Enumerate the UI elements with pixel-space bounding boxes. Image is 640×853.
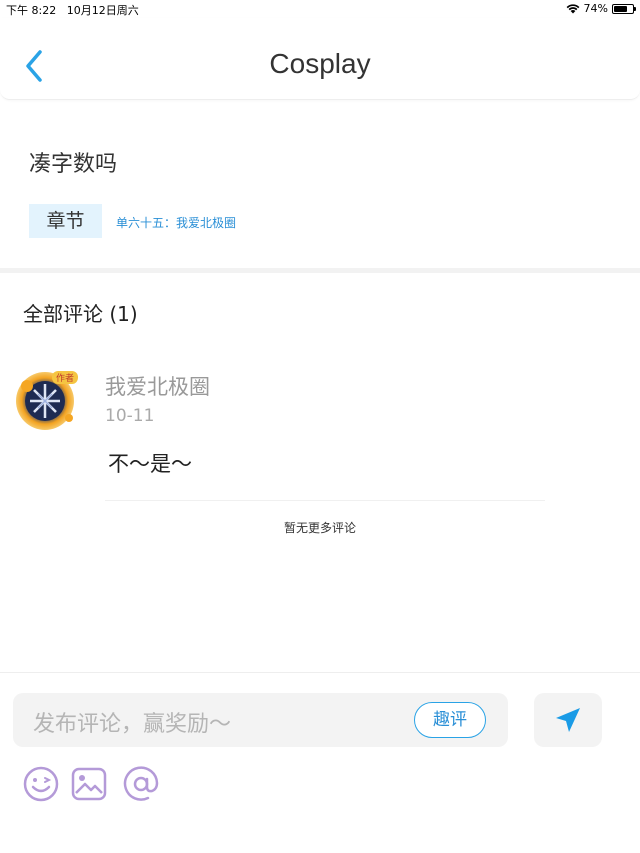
comments-header: 全部评论 (1) <box>23 302 138 326</box>
image-button[interactable] <box>70 765 108 803</box>
wifi-icon <box>566 4 579 14</box>
comment-item: 作者 我爱北极圈 10-11 不～是～ <box>0 360 640 501</box>
comment-composer: 发布评论，赢奖励～ 趣评 <box>0 672 640 853</box>
battery-percent: 74% <box>583 2 608 15</box>
emoji-button[interactable] <box>22 765 60 803</box>
mention-icon <box>123 766 159 801</box>
emoji-icon <box>23 766 59 802</box>
comment-input-placeholder: 发布评论，赢奖励～ <box>33 712 232 737</box>
post: 凑字数吗 章节 单六十五：我爱北极圈 <box>0 100 640 268</box>
image-icon <box>71 767 107 801</box>
send-icon <box>556 708 580 732</box>
battery-tip <box>634 6 636 11</box>
chapter-tag: 章节 <box>29 204 102 238</box>
post-text: 凑字数吗 <box>29 152 118 177</box>
send-button[interactable] <box>534 693 602 747</box>
status-bar: 下午 8:22 10月12日周六 74% <box>0 0 640 18</box>
comment-date: 10-11 <box>105 406 155 426</box>
status-right: 74% <box>566 2 636 15</box>
status-date: 10月12日周六 <box>66 4 139 17</box>
comment-input[interactable]: 发布评论，赢奖励～ 趣评 <box>13 693 508 747</box>
no-more-comments: 暂无更多评论 <box>283 521 356 535</box>
section-divider <box>0 268 640 273</box>
qu-ping-button[interactable]: 趣评 <box>414 702 486 738</box>
battery-icon <box>612 3 636 14</box>
status-left: 下午 8:22 10月12日周六 <box>6 2 139 18</box>
avatar[interactable]: 作者 <box>14 366 80 432</box>
mention-button[interactable] <box>122 765 160 803</box>
author-badge: 作者 <box>56 372 74 384</box>
page-title: Cosplay <box>269 48 371 79</box>
battery-fill <box>614 5 628 12</box>
nav-bar: Cosplay <box>0 18 640 100</box>
comment-body: 不～是～ <box>108 452 192 476</box>
chapter-link[interactable]: 单六十五：我爱北极圈 <box>116 214 236 231</box>
status-time: 下午 8:22 <box>6 4 57 17</box>
comment-divider <box>105 500 545 501</box>
comment-username[interactable]: 我爱北极圈 <box>105 371 210 401</box>
avatar-image: 作者 <box>16 371 78 430</box>
